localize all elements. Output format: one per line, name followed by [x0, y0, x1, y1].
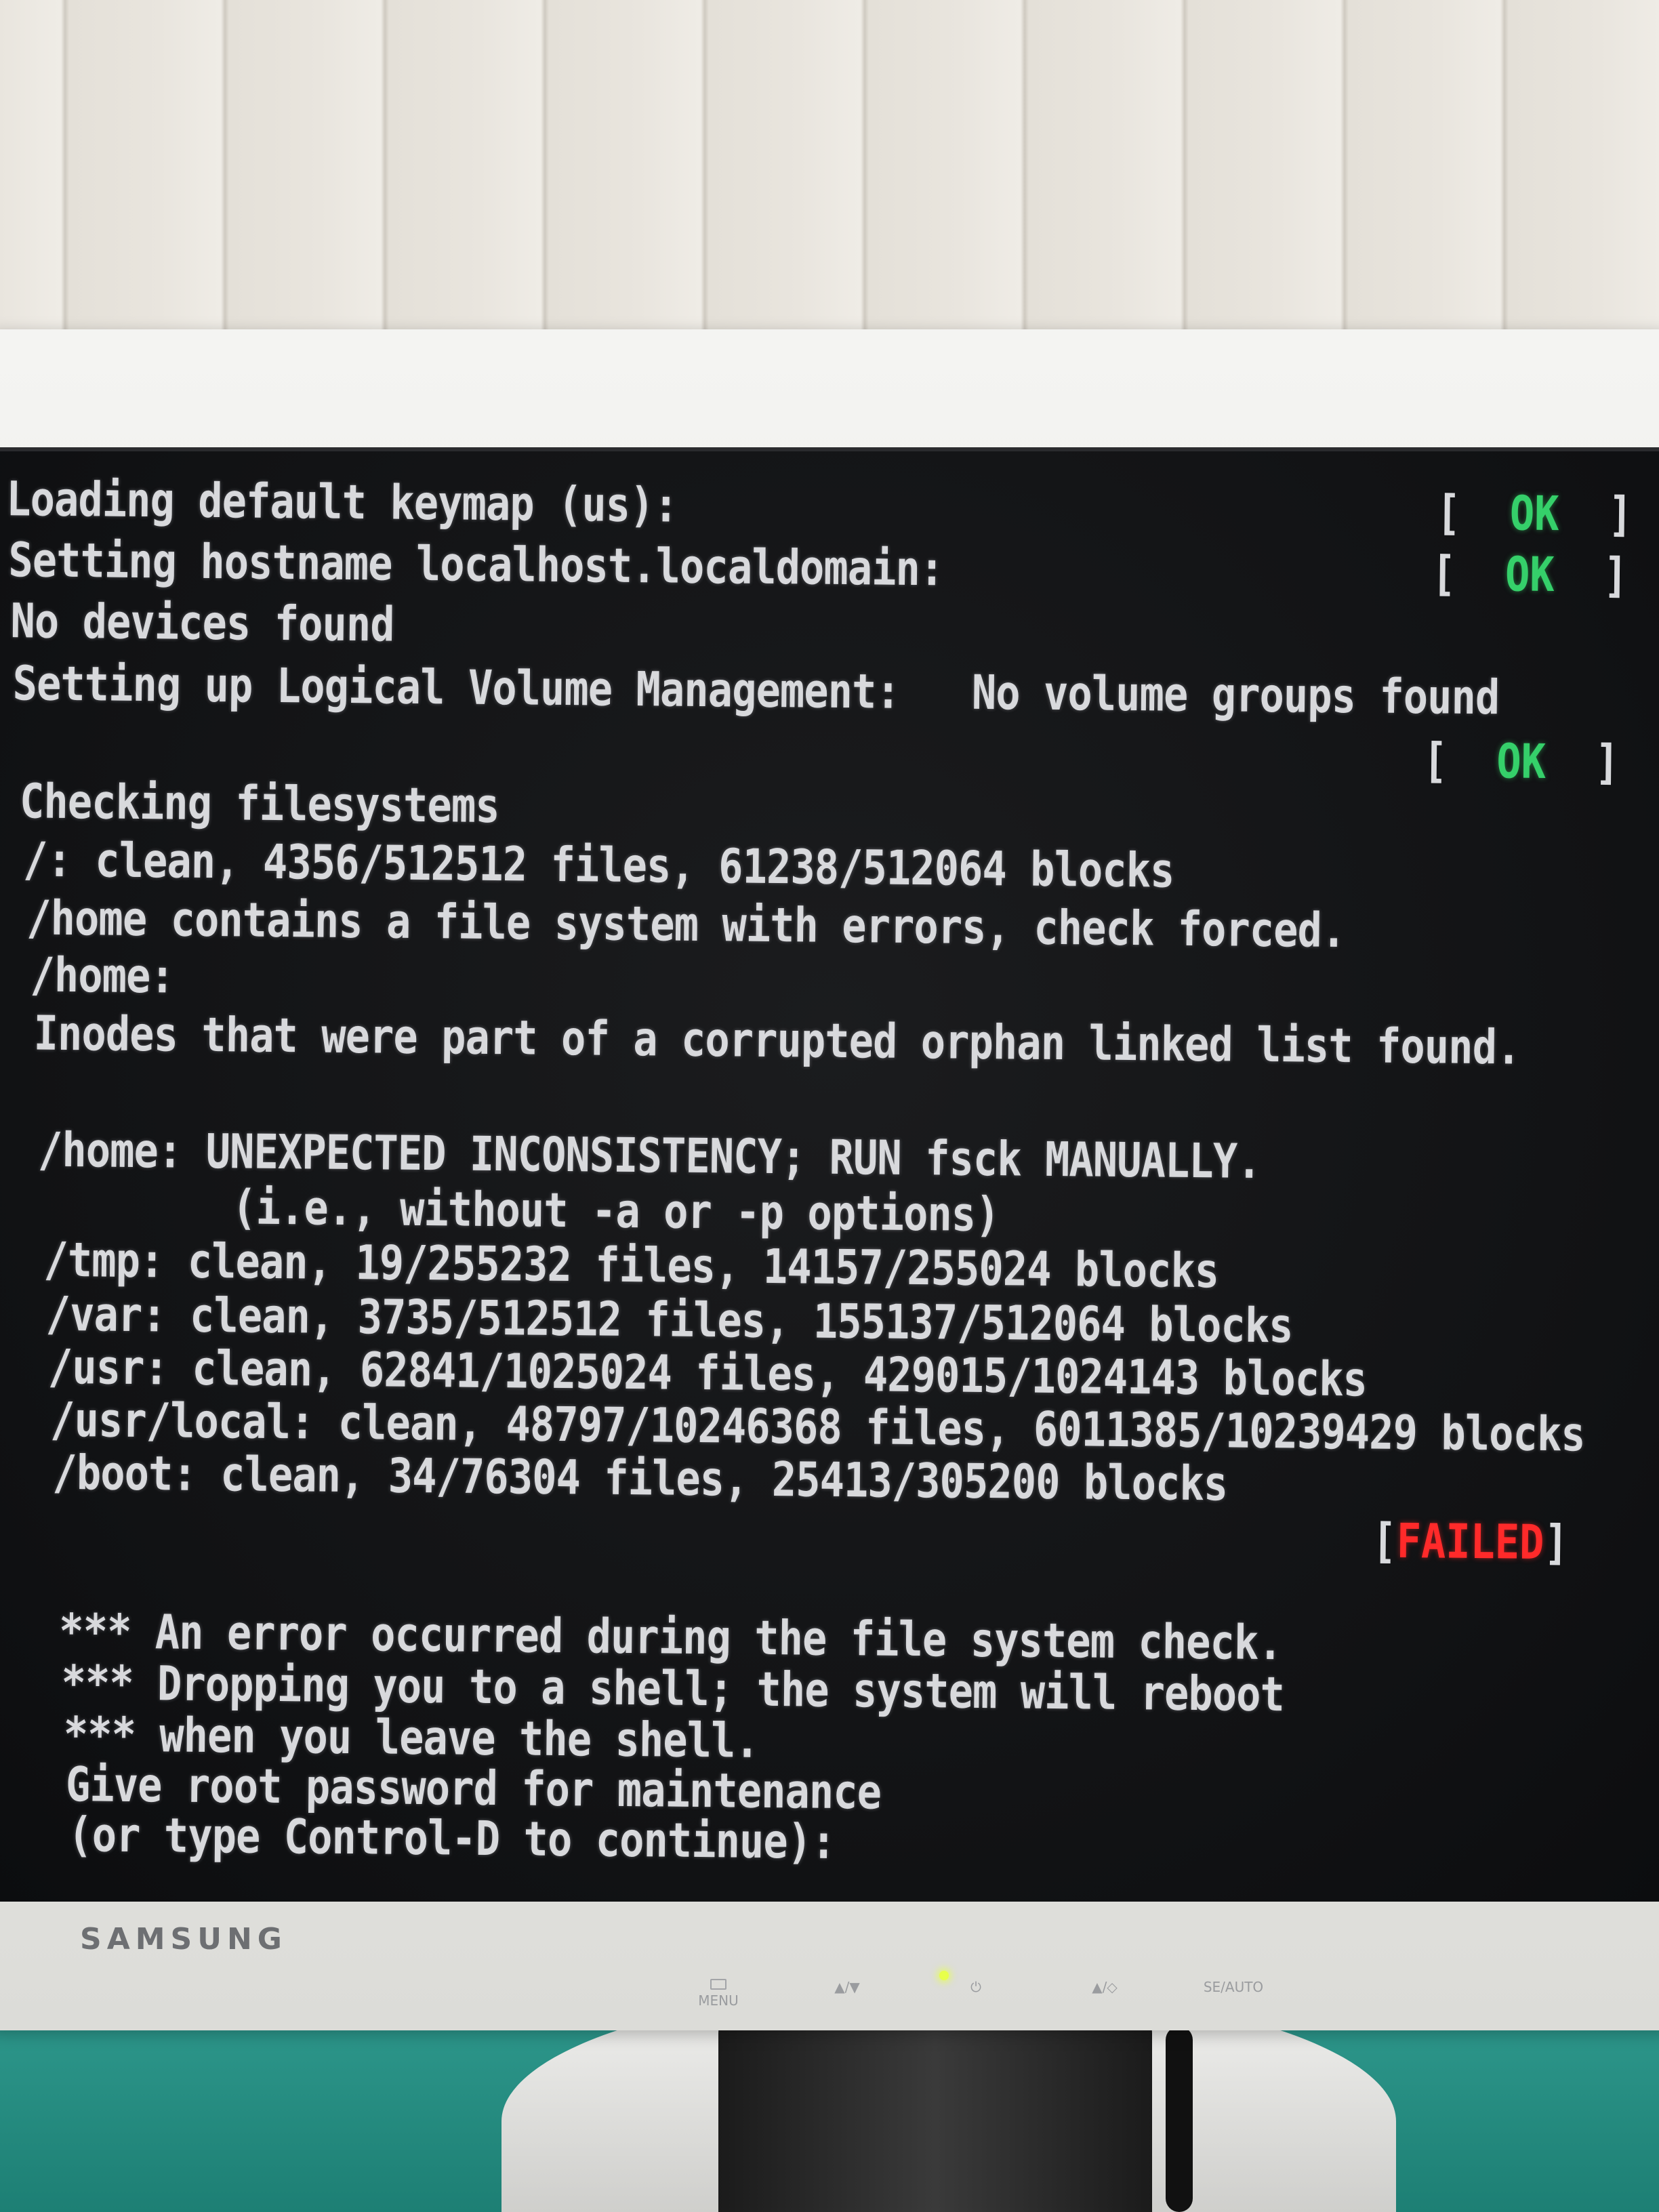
console-line-boot: /boot: clean, 34/76304 files, 25413/3052… [52, 1444, 1228, 1512]
power-button[interactable]: ⏻ [935, 1979, 1017, 1995]
source-button[interactable]: ▲/◇ [1064, 1979, 1145, 1995]
brightness-button-label: ▲/▼ [834, 1979, 860, 1995]
monitor-control-buttons: MENU ▲/▼ ⏻ ▲/◇ SE/AUTO [678, 1979, 1274, 2013]
console-line-lvm: Setting up Logical Volume Management: No… [12, 655, 1500, 726]
monitor-stand-neck [718, 2006, 1152, 2212]
console-line-checking: Checking filesystems [19, 773, 500, 834]
monitor-cable [1166, 2026, 1193, 2212]
status-ok-lvm: [ OK ] [1422, 733, 1620, 790]
console-line-keymap: Loading default keymap (us): [5, 471, 678, 533]
console-line-inodes: Inodes that were part of a corrupted orp… [33, 1005, 1521, 1076]
auto-button-label: SE/AUTO [1203, 1979, 1264, 1995]
auto-button[interactable]: SE/AUTO [1193, 1979, 1274, 1995]
boot-console: Loading default keymap (us): [ OK ] Sett… [0, 451, 1659, 1902]
background-wall [0, 0, 1659, 339]
password-prompt[interactable]: (or type Control-D to continue): [68, 1807, 836, 1870]
console-line-root-clean: /: clean, 4356/512512 files, 61238/51206… [22, 832, 1174, 899]
console-screen: Loading default keymap (us): [ OK ] Sett… [0, 447, 1659, 1902]
power-icon: ⏻ [970, 1979, 981, 1995]
menu-icon [710, 1979, 726, 1990]
console-line-options: (i.e., without -a or -p options) [39, 1177, 1000, 1243]
status-ok-keymap: [ OK ] [1435, 485, 1633, 543]
menu-button[interactable]: MENU [678, 1979, 759, 2009]
console-line-home: /home: [30, 947, 175, 1004]
samsung-logo: SAMSUNG [80, 1922, 287, 1957]
console-line-hostname: Setting hostname localhost.localdomain: [8, 532, 944, 597]
source-button-label: ▲/◇ [1092, 1979, 1118, 1995]
console-line-home-errors: /home contains a file system with errors… [26, 890, 1346, 959]
brightness-button[interactable]: ▲/▼ [806, 1979, 888, 1995]
status-ok-hostname: [ OK ] [1431, 546, 1629, 604]
status-failed: [FAILED] [1372, 1513, 1570, 1571]
menu-button-label: MENU [698, 1992, 739, 2009]
console-line-no-devices: No devices found [10, 593, 395, 653]
